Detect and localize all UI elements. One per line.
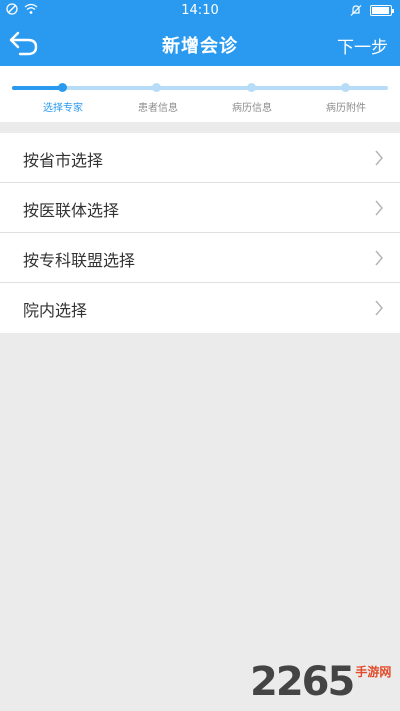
chevron-right-icon	[375, 300, 383, 316]
chevron-right-icon	[375, 250, 383, 266]
chevron-right-icon	[375, 150, 383, 166]
list-item-by-medical-alliance[interactable]: 按医联体选择	[0, 183, 400, 233]
step-dot-3	[247, 83, 256, 92]
status-bar: 14:10	[0, 0, 400, 22]
watermark-brand: 2265	[250, 659, 355, 705]
chevron-right-icon	[375, 200, 383, 216]
list-item-by-specialty-alliance[interactable]: 按专科联盟选择	[0, 233, 400, 283]
app-header: 14:10 新增会诊 下一步	[0, 0, 400, 66]
step-label-select-expert: 选择专家	[43, 103, 83, 114]
status-time: 14:10	[181, 3, 219, 18]
mute-bell-icon	[350, 5, 362, 16]
step-dot-2	[152, 83, 161, 92]
battery-icon	[370, 5, 394, 16]
step-track	[12, 86, 388, 90]
list-item-label: 院内选择	[23, 301, 88, 320]
list-item-in-hospital[interactable]: 院内选择	[0, 283, 400, 333]
nav-bar: 新增会诊 下一步	[0, 22, 400, 66]
selection-list: 按省市选择 按医联体选择 按专科联盟选择 院内选择	[0, 133, 400, 333]
list-item-label: 按医联体选择	[23, 201, 120, 220]
list-item-label: 按省市选择	[23, 151, 104, 170]
step-track-completed	[12, 86, 63, 90]
next-step-button[interactable]: 下一步	[337, 33, 388, 58]
step-label-record-info: 病历信息	[232, 103, 272, 114]
list-item-label: 按专科联盟选择	[23, 251, 136, 270]
step-label-patient-info: 患者信息	[138, 103, 178, 114]
step-dot-4	[341, 83, 350, 92]
watermark-logo: 2265 手游网	[250, 652, 391, 702]
step-dot-1	[58, 83, 67, 92]
list-item-by-province[interactable]: 按省市选择	[0, 133, 400, 183]
status-right	[350, 4, 394, 17]
watermark-site: 手游网	[355, 665, 392, 679]
step-label-record-attachment: 病历附件	[326, 103, 366, 114]
step-progress: 选择专家 患者信息 病历信息 病历附件	[0, 66, 400, 122]
